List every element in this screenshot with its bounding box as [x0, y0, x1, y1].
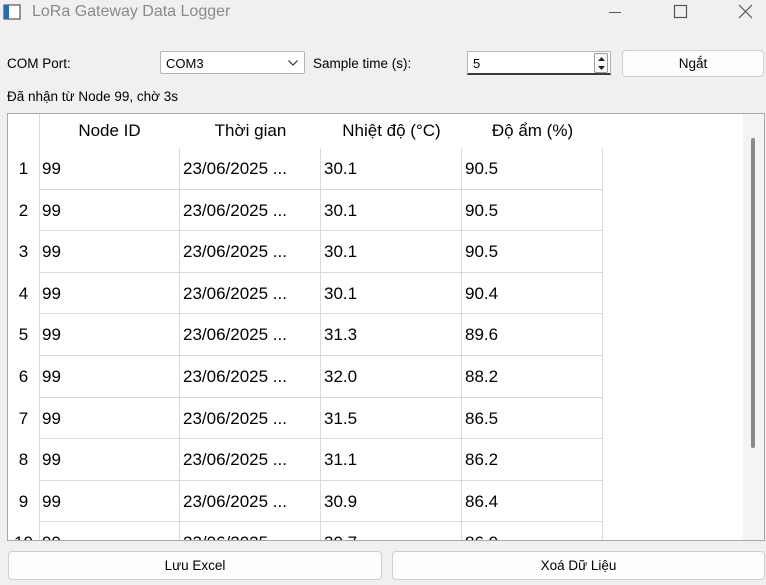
cell-temperature[interactable]: 31.5 — [321, 397, 462, 440]
cell-node-id[interactable]: 99 — [39, 439, 180, 481]
maximize-icon — [673, 4, 688, 19]
com-port-value: COM3 — [166, 56, 204, 71]
scroll-thumb[interactable] — [751, 138, 755, 448]
cell-temperature[interactable]: 30.9 — [321, 480, 462, 523]
cell-temperature[interactable]: 30.1 — [321, 189, 462, 232]
header-temperature[interactable]: Nhiệt độ (°C) — [321, 114, 462, 148]
close-button[interactable] — [722, 0, 766, 26]
row-header[interactable]: 6 — [8, 356, 39, 398]
cell-humidity[interactable]: 86.2 — [462, 439, 603, 481]
row-header-divider — [39, 114, 40, 540]
cell-humidity[interactable]: 89.6 — [462, 314, 603, 356]
cell-node-id[interactable]: 99 — [39, 272, 180, 315]
app-icon — [3, 4, 21, 20]
cell-humidity[interactable]: 86.5 — [462, 397, 603, 440]
cell-node-id[interactable]: 99 — [39, 397, 180, 440]
cell-humidity[interactable]: 90.5 — [462, 148, 603, 190]
cell-humidity[interactable]: 90.5 — [462, 189, 603, 232]
maximize-button[interactable] — [657, 0, 703, 26]
window-title: LoRa Gateway Data Logger — [32, 3, 231, 20]
cell-time[interactable]: 23/06/2025 ... — [180, 314, 321, 356]
row-header[interactable]: 10 — [8, 522, 39, 540]
cell-time[interactable]: 23/06/2025 ... — [180, 356, 321, 398]
spin-buttons[interactable] — [594, 53, 608, 73]
cell-node-id[interactable]: 99 — [39, 522, 180, 540]
sample-time-value: 5 — [473, 56, 481, 71]
cell-node-id[interactable]: 99 — [39, 314, 180, 356]
cell-node-id[interactable]: 99 — [39, 148, 180, 190]
minimize-icon — [609, 12, 621, 13]
cell-humidity[interactable]: 86.0 — [462, 522, 603, 540]
cell-temperature[interactable]: 31.3 — [321, 314, 462, 356]
cell-node-id[interactable]: 99 — [39, 480, 180, 523]
save-excel-button[interactable]: Lưu Excel — [8, 551, 382, 580]
vertical-scrollbar[interactable] — [743, 114, 764, 540]
row-header[interactable]: 3 — [8, 231, 39, 273]
cell-time[interactable]: 23/06/2025 ... — [180, 439, 321, 481]
cell-humidity[interactable]: 90.4 — [462, 272, 603, 315]
cell-node-id[interactable]: 99 — [39, 231, 180, 273]
cell-temperature[interactable]: 30.7 — [321, 522, 462, 540]
chevron-down-icon — [288, 60, 298, 66]
cell-humidity[interactable]: 88.2 — [462, 356, 603, 398]
cell-temperature[interactable]: 31.1 — [321, 439, 462, 481]
spin-up-icon[interactable] — [597, 55, 606, 63]
cell-temperature[interactable]: 30.1 — [321, 148, 462, 190]
sample-time-label: Sample time (s): — [313, 56, 412, 71]
cell-temperature[interactable]: 32.0 — [321, 356, 462, 398]
delete-data-button[interactable]: Xoá Dữ Liệu — [392, 551, 765, 580]
cell-temperature[interactable]: 30.1 — [321, 231, 462, 273]
cell-time[interactable]: 23/06/2025 ... — [180, 480, 321, 523]
cell-time[interactable]: 23/06/2025 ... — [180, 272, 321, 315]
row-header[interactable]: 9 — [8, 481, 39, 523]
cell-node-id[interactable]: 99 — [39, 189, 180, 232]
cell-time[interactable]: 23/06/2025 ... — [180, 231, 321, 273]
row-header[interactable]: 5 — [8, 314, 39, 356]
cell-temperature[interactable]: 30.1 — [321, 272, 462, 315]
status-text: Đã nhận từ Node 99, chờ 3s — [7, 89, 178, 104]
com-port-select[interactable]: COM3 — [160, 51, 305, 74]
header-humidity[interactable]: Độ ẩm (%) — [462, 114, 603, 148]
cell-time[interactable]: 23/06/2025 ... — [180, 397, 321, 440]
row-header[interactable]: 1 — [8, 148, 39, 190]
data-table[interactable]: Node ID Thời gian Nhiệt độ (°C) Độ ẩm (%… — [7, 113, 765, 541]
minimize-button[interactable] — [592, 0, 638, 26]
cell-humidity[interactable]: 86.4 — [462, 480, 603, 523]
row-header[interactable]: 8 — [8, 439, 39, 481]
cell-time[interactable]: 23/06/2025 ... — [180, 522, 321, 540]
spin-down-icon[interactable] — [597, 64, 606, 72]
cell-time[interactable]: 23/06/2025 ... — [180, 148, 321, 190]
cell-humidity[interactable]: 90.5 — [462, 231, 603, 273]
table-corner[interactable] — [8, 114, 39, 148]
cell-time[interactable]: 23/06/2025 ... — [180, 189, 321, 232]
com-port-label: COM Port: — [7, 56, 71, 71]
row-header[interactable]: 4 — [8, 273, 39, 315]
row-header[interactable]: 2 — [8, 190, 39, 232]
cell-node-id[interactable]: 99 — [39, 356, 180, 398]
title-bar: LoRa Gateway Data Logger — [0, 0, 766, 26]
row-header[interactable]: 7 — [8, 398, 39, 440]
header-time[interactable]: Thời gian — [180, 114, 321, 148]
header-node-id[interactable]: Node ID — [39, 114, 180, 148]
disconnect-button[interactable]: Ngắt — [622, 50, 764, 77]
close-icon — [738, 4, 753, 19]
sample-time-spinbox[interactable]: 5 — [467, 51, 611, 75]
